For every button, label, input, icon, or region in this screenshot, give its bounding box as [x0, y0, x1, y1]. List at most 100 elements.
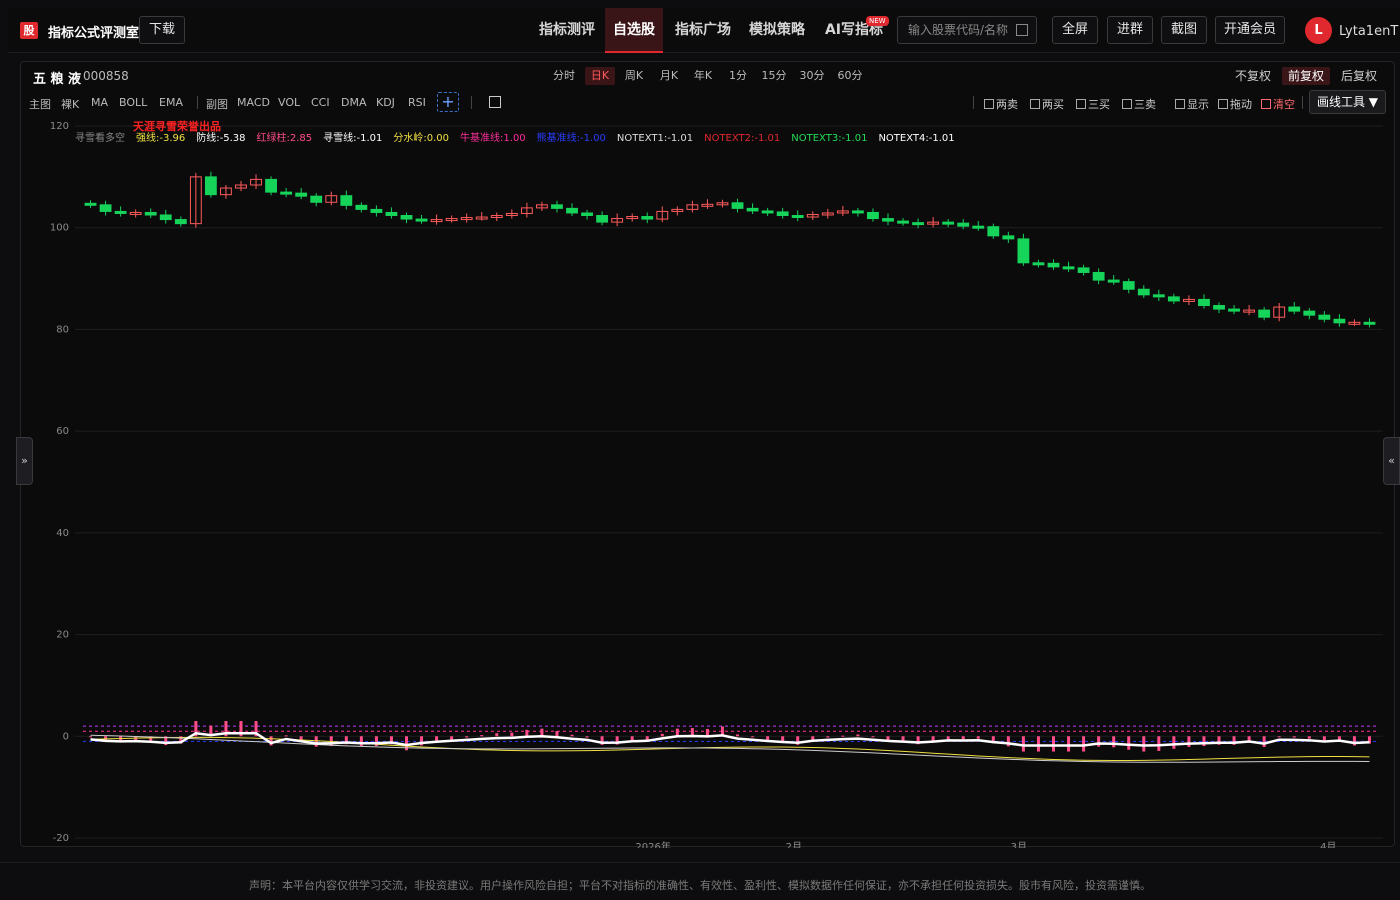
ind-rsi[interactable]: RSI: [408, 96, 426, 109]
histogram-bar: [1292, 736, 1296, 738]
candle-body: [114, 210, 127, 214]
ind-kdj[interactable]: KDJ: [376, 96, 395, 109]
candle-body: [370, 208, 383, 213]
tool-three-sell[interactable]: 三卖: [1122, 96, 1156, 112]
screenshot-button[interactable]: 截图: [1161, 16, 1207, 44]
nav-watchlist[interactable]: 自选股: [605, 8, 663, 53]
candle-body: [99, 204, 112, 212]
candle-body: [581, 212, 593, 217]
histogram-bar: [314, 736, 318, 747]
close-indicator-icon[interactable]: [489, 96, 501, 108]
histogram-bar: [961, 736, 965, 740]
histogram-bar: [585, 736, 589, 738]
username[interactable]: Lyta1enT: [1339, 24, 1398, 39]
tool-clear[interactable]: 清空: [1261, 96, 1295, 112]
histogram-bar: [1262, 736, 1266, 747]
candle-body: [204, 176, 217, 196]
legend-item: 防线:-5.38: [196, 133, 246, 144]
download-button[interactable]: 下载: [139, 16, 185, 44]
candle-body: [791, 215, 804, 219]
ind-boll[interactable]: BOLL: [119, 96, 147, 109]
histogram-bar: [1036, 736, 1040, 752]
histogram-bar: [1202, 736, 1206, 747]
ind-ema[interactable]: EMA: [159, 96, 183, 109]
candle-body: [1152, 294, 1165, 298]
candle-body: [265, 178, 277, 193]
candle-body: [761, 210, 774, 214]
y-tick-label: 40: [56, 528, 69, 539]
ind-naked-k[interactable]: 裸K: [61, 96, 79, 112]
fq-forward[interactable]: 前复权: [1282, 67, 1330, 85]
stock-search-input[interactable]: 输入股票代码/名称: [897, 16, 1037, 44]
candle-body: [1228, 308, 1240, 312]
period-60min[interactable]: 60分: [834, 67, 866, 85]
period-15min[interactable]: 15分: [758, 67, 790, 85]
histogram-bar: [1307, 736, 1311, 739]
ind-cci[interactable]: CCI: [311, 96, 330, 109]
indicator-legend: 寻雪看多空 强线:-3.96 防线:-5.38 红绿柱:2.85 寻雪线:-1.01 分水…: [75, 129, 966, 144]
x-tick-label: 2026年: [635, 840, 670, 848]
draw-tools-dropdown[interactable]: 画线工具 ▼: [1309, 90, 1386, 114]
period-daily[interactable]: 日K: [585, 67, 615, 85]
nav-sim-strategy[interactable]: 模拟策略: [742, 8, 812, 53]
period-30min[interactable]: 30分: [796, 67, 828, 85]
expand-right-panel-button[interactable]: «: [1383, 437, 1400, 485]
candle-body: [280, 191, 293, 195]
candle-body: [641, 216, 654, 220]
candle-body: [851, 210, 864, 214]
fullscreen-button[interactable]: 全屏: [1052, 16, 1098, 44]
candle-body: [1318, 314, 1331, 320]
ind-macd[interactable]: MACD: [237, 96, 270, 109]
x-tick-label: 2月: [786, 841, 802, 848]
y-tick-label: 20: [56, 630, 69, 641]
expand-left-panel-button[interactable]: »: [16, 437, 33, 485]
candle-body: [144, 211, 157, 216]
y-axis: 120 100 80 60 40 20 0 -20: [50, 121, 69, 844]
nav-indicator-review[interactable]: 指标测评: [532, 8, 602, 53]
divider: [973, 96, 974, 109]
candle-body: [385, 211, 398, 217]
tool-two-sell[interactable]: 两卖: [984, 96, 1018, 112]
candle-body: [1107, 279, 1120, 283]
candles: [84, 171, 1376, 328]
ind-ma[interactable]: MA: [91, 96, 108, 109]
avatar[interactable]: L: [1305, 17, 1332, 44]
nav-ai-indicator[interactable]: AI写指标: [816, 8, 892, 53]
period-yearly[interactable]: 年K: [688, 67, 718, 85]
period-fenshi[interactable]: 分时: [549, 67, 579, 85]
candle-body: [295, 192, 308, 197]
membership-button[interactable]: 开通会员: [1215, 16, 1285, 44]
candle-body: [1137, 288, 1150, 296]
tool-drag[interactable]: 拖动: [1218, 96, 1252, 112]
tool-three-buy[interactable]: 三买: [1076, 96, 1110, 112]
period-weekly[interactable]: 周K: [619, 67, 649, 85]
histogram-bar: [1142, 736, 1146, 752]
tool-show[interactable]: 显示: [1175, 96, 1209, 112]
fq-backward[interactable]: 后复权: [1337, 67, 1381, 85]
legend-item: 牛基准线:1.00: [460, 133, 526, 144]
histogram-bar: [525, 729, 529, 737]
candle-body: [400, 215, 413, 220]
candle-body: [1077, 267, 1090, 273]
checkbox-icon: [1076, 99, 1086, 109]
histogram-bar: [1172, 736, 1176, 749]
legend-item: NOTEXT1:-1.01: [616, 133, 694, 144]
x-tick-label: 4月: [1320, 841, 1336, 848]
ind-vol[interactable]: VOL: [278, 96, 300, 109]
clear-icon[interactable]: [1016, 24, 1028, 36]
tool-two-buy[interactable]: 两买: [1030, 96, 1064, 112]
kline-chart[interactable]: 120 100 80 60 40 20 0 -20 2026年 2月 3月 4月: [21, 118, 1396, 848]
candle-body: [776, 211, 789, 217]
candle-body: [1092, 271, 1105, 281]
period-1min[interactable]: 1分: [723, 67, 753, 85]
add-indicator-button[interactable]: +: [437, 92, 459, 112]
ind-dma[interactable]: DMA: [341, 96, 367, 109]
join-group-button[interactable]: 进群: [1107, 16, 1153, 44]
x-axis: 2026年 2月 3月 4月: [635, 840, 1336, 848]
legend-item: 红绿柱:2.85: [256, 133, 313, 144]
candle-body: [1047, 262, 1060, 268]
histogram-bar: [946, 736, 950, 740]
period-monthly[interactable]: 月K: [654, 67, 684, 85]
nav-indicator-plaza[interactable]: 指标广场: [668, 8, 738, 53]
fq-none[interactable]: 不复权: [1231, 67, 1275, 85]
